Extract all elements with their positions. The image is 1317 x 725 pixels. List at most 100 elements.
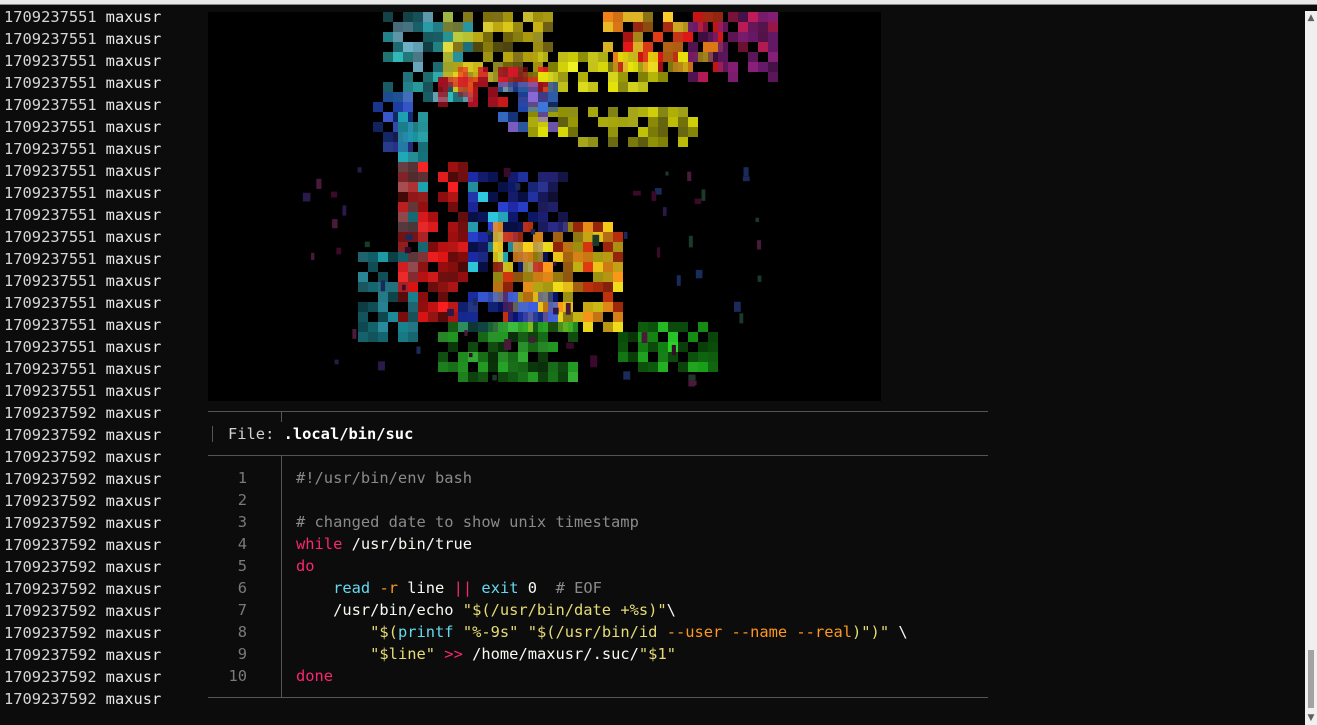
- log-user: maxusr: [105, 316, 162, 334]
- scroll-up-arrow-icon[interactable]: ▲: [1305, 11, 1317, 25]
- image-pixel: [368, 332, 378, 342]
- image-pixel: [533, 22, 543, 32]
- image-pixel: [468, 322, 478, 332]
- code-text: "$line" >> /home/maxusr/.suc/"$1": [296, 643, 676, 665]
- image-pixel: [398, 272, 408, 282]
- image-pixel: [673, 42, 683, 52]
- image-pixel: [701, 189, 706, 201]
- image-pixel: [583, 222, 593, 232]
- image-pixel: [618, 332, 628, 342]
- image-pixel: [528, 302, 538, 312]
- image-pixel: [423, 72, 433, 82]
- image-pixel: [448, 242, 458, 252]
- image-pixel: [408, 332, 418, 342]
- image-pixel: [648, 342, 658, 352]
- image-pixel: [558, 117, 568, 127]
- image-pixel: [403, 92, 413, 102]
- image-pixel: [528, 322, 538, 332]
- log-timestamp: 1709237592: [4, 602, 97, 620]
- image-pixel: [613, 252, 623, 262]
- image-pixel: [588, 82, 598, 92]
- image-pixel: [358, 272, 368, 282]
- code-line: 6 read -r line || exit 0 # EOF: [208, 577, 602, 599]
- image-pixel: [678, 107, 688, 117]
- image-pixel: [486, 230, 491, 235]
- image-pixel: [563, 282, 573, 292]
- code-line: 9 "$line" >> /home/maxusr/.suc/"$1": [208, 643, 676, 665]
- image-pixel: [538, 352, 548, 362]
- image-pixel: [608, 107, 618, 117]
- image-pixel: [618, 52, 628, 62]
- image-pixel: [403, 42, 413, 52]
- image-pixel: [493, 282, 503, 292]
- image-pixel: [498, 302, 508, 312]
- image-pixel: [538, 292, 548, 302]
- image-pixel: [548, 62, 558, 72]
- image-pixel: [738, 42, 748, 52]
- scrollbar-thumb[interactable]: [1308, 650, 1314, 708]
- image-pixel: [548, 292, 558, 302]
- image-pixel: [393, 22, 403, 32]
- image-pixel: [523, 12, 533, 22]
- image-pixel: [573, 232, 583, 242]
- log-row: 1709237551 maxusr: [4, 358, 161, 380]
- image-pixel: [468, 212, 478, 222]
- image-pixel: [478, 322, 488, 332]
- image-pixel: [373, 122, 383, 132]
- image-pixel: [403, 22, 413, 32]
- image-pixel: [478, 242, 488, 252]
- code-line: 1 #!/usr/bin/env bash: [208, 467, 472, 489]
- image-pixel: [623, 32, 633, 42]
- image-pixel: [593, 312, 603, 322]
- image-pixel: [558, 127, 568, 137]
- image-pixel: [608, 82, 618, 92]
- log-timestamp: 1709237592: [4, 492, 97, 510]
- image-pixel: [563, 272, 573, 282]
- image-pixel: [488, 172, 498, 182]
- image-pixel: [663, 52, 673, 62]
- image-pixel: [418, 252, 428, 262]
- image-pixel: [393, 92, 403, 102]
- image-pixel: [408, 192, 418, 202]
- image-pixel: [523, 32, 533, 42]
- image-pixel: [498, 202, 508, 212]
- code-line: 10 done: [208, 665, 333, 687]
- log-row: 1709237551 maxusr: [4, 28, 161, 50]
- log-row: 1709237551 maxusr: [4, 204, 161, 226]
- image-pixel: [488, 212, 498, 222]
- image-pixel: [757, 275, 762, 282]
- image-pixel: [628, 107, 638, 117]
- log-row: 1709237551 maxusr: [4, 116, 161, 138]
- image-pixel: [368, 252, 378, 262]
- image-pixel: [483, 12, 493, 22]
- code-text: done: [296, 665, 333, 687]
- image-pixel: [683, 32, 693, 42]
- image-pixel: [478, 362, 488, 372]
- log-timestamp: 1709237551: [4, 8, 97, 26]
- scroll-down-arrow-icon[interactable]: ▼: [1305, 711, 1317, 725]
- image-pixel: [418, 302, 428, 312]
- image-pixel: [593, 222, 603, 232]
- image-pixel: [378, 252, 388, 262]
- image-pixel: [538, 52, 548, 62]
- vertical-scrollbar[interactable]: [1305, 11, 1317, 725]
- image-pixel: [488, 97, 498, 107]
- image-pixel: [493, 242, 503, 252]
- image-pixel: [748, 32, 758, 42]
- image-pixel: [488, 332, 498, 342]
- image-pixel: [448, 322, 458, 332]
- image-pixel: [332, 219, 338, 229]
- log-timestamp: 1709237592: [4, 470, 97, 488]
- image-pixel: [603, 232, 613, 242]
- image-pixel: [518, 312, 528, 322]
- image-pixel: [438, 252, 448, 262]
- image-pixel: [368, 282, 378, 292]
- image-pixel: [448, 342, 458, 352]
- image-pixel: [598, 62, 608, 72]
- image-pixel: [448, 202, 458, 212]
- code-line: 3 # changed date to show unix timestamp: [208, 511, 639, 533]
- image-pixel: [742, 176, 750, 182]
- image-pixel: [538, 202, 548, 212]
- image-pixel: [673, 32, 683, 42]
- image-pixel: [403, 72, 413, 82]
